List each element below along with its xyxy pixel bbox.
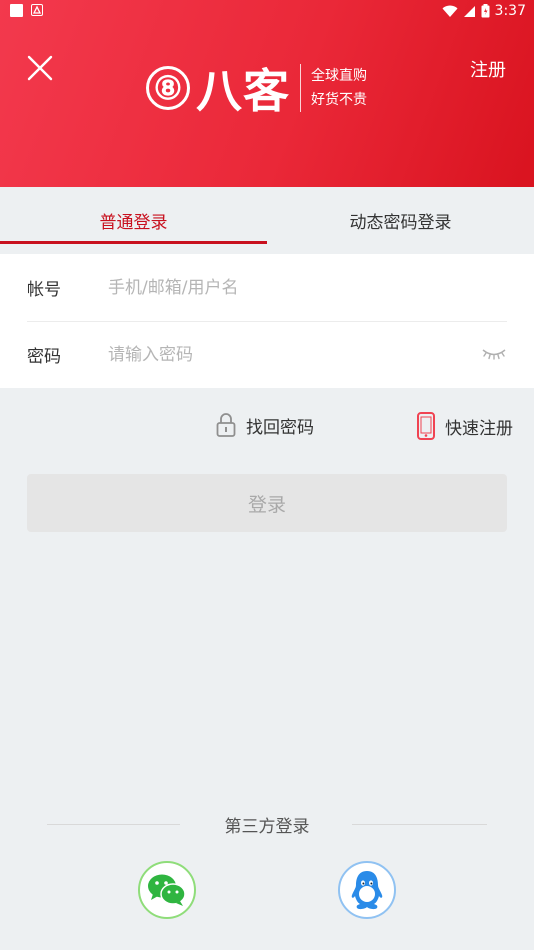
login-form: 帐号 密码 [0, 254, 534, 388]
quick-register-label: 快速注册 [445, 418, 513, 439]
password-input[interactable] [106, 333, 470, 376]
qq-login-button[interactable] [338, 861, 396, 919]
login-button[interactable]: 登录 [27, 474, 507, 532]
quick-register-link[interactable]: 快速注册 [416, 412, 513, 440]
account-input[interactable] [106, 266, 470, 309]
third-party-divider-right [352, 824, 487, 825]
brand-logo: ⑧ 八客 全球直购 好货不贵 [146, 60, 367, 118]
tab-normal-login[interactable]: 普通登录 [0, 187, 267, 253]
register-button[interactable]: 注册 [470, 56, 506, 82]
brand-name: 八客 [196, 64, 290, 118]
wifi-icon [442, 5, 458, 17]
password-label: 密码 [27, 347, 61, 367]
lock-icon [216, 413, 236, 437]
notification-icon [10, 4, 23, 17]
signal-icon [463, 5, 475, 17]
status-bar: 3:37 [0, 0, 534, 24]
password-row: 密码 [0, 321, 534, 388]
slogan-line-1: 全球直购 [311, 68, 367, 84]
phone-icon [417, 412, 435, 440]
account-label: 帐号 [27, 280, 61, 300]
header: 3:37 ⑧ 八客 全球直购 好货不贵 注册 [0, 0, 534, 187]
qq-icon [351, 871, 383, 910]
close-icon [27, 55, 53, 81]
status-time: 3:37 [494, 3, 526, 19]
brand-number: ⑧ [146, 66, 190, 110]
wechat-icon [148, 874, 186, 906]
find-password-label: 找回密码 [246, 417, 314, 438]
close-button[interactable] [22, 50, 58, 86]
wechat-login-button[interactable] [138, 861, 196, 919]
slogan-line-2: 好货不贵 [311, 92, 367, 108]
hide-password-icon[interactable] [481, 343, 507, 363]
tab-dynamic-password-login[interactable]: 动态密码登录 [267, 187, 534, 253]
find-password-link[interactable]: 找回密码 [215, 412, 314, 438]
brand-slogan: 全球直购 好货不贵 [311, 64, 367, 112]
app-notification-icon [31, 4, 43, 16]
account-row: 帐号 [0, 254, 534, 321]
account-links: 找回密码 快速注册 [0, 412, 534, 448]
battery-icon [481, 4, 490, 18]
logo-divider [300, 64, 301, 112]
login-tabs: 普通登录 动态密码登录 [0, 187, 534, 253]
